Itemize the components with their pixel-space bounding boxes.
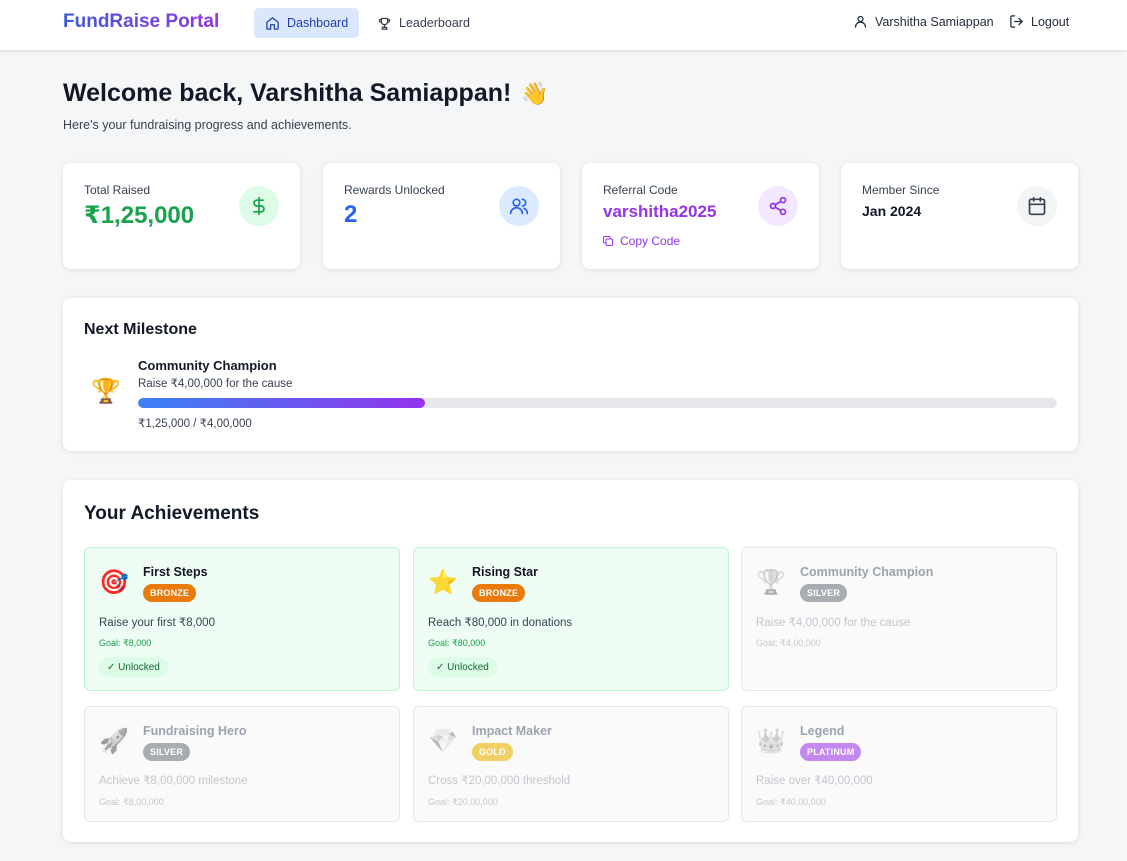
copy-code-button[interactable]: Copy Code (602, 234, 680, 248)
achievement-card[interactable]: 💎 Impact Maker GOLD Cross ₹20,00,000 thr… (413, 706, 729, 822)
achievement-description: Raise over ₹40,00,000 (756, 775, 873, 787)
copy-code-label: Copy Code (620, 234, 681, 248)
achievement-goal: Goal: ₹40,00,000 (756, 797, 826, 807)
top-nav: FundRaise Portal Dashboard Leaderboard V… (0, 0, 1127, 50)
achievement-description: Achieve ₹8,00,000 milestone (99, 775, 248, 787)
achievement-card[interactable]: 🚀 Fundraising Hero SILVER Achieve ₹8,00,… (84, 706, 400, 822)
tier-badge: GOLD (472, 743, 513, 761)
stat-label: Member Since (862, 183, 940, 197)
achievement-goal: Goal: ₹8,000 (99, 638, 152, 648)
brand-logo[interactable]: FundRaise Portal (63, 11, 219, 33)
nav-leaderboard[interactable]: Leaderboard (366, 8, 481, 38)
achievements-card: Your Achievements 🎯 First Steps BRONZE R… (63, 480, 1078, 842)
milestone-progress-fill (138, 398, 426, 408)
achievement-description: Raise ₹4,00,000 for the cause (756, 617, 911, 629)
crown-icon: 👑 (756, 728, 786, 755)
achievement-description: Raise your first ₹8,000 (99, 617, 215, 629)
trophy-icon: 🏆 (756, 569, 786, 596)
stat-value: ₹1,25,000 (84, 202, 195, 229)
milestone-progress-text: ₹1,25,000 / ₹4,00,000 (138, 418, 252, 430)
home-icon (266, 16, 279, 30)
user-name: Varshitha Samiappan (875, 14, 994, 29)
user-icon (854, 15, 867, 28)
user-menu[interactable]: Varshitha Samiappan (853, 14, 994, 29)
unlocked-status: ✓ Unlocked (99, 657, 168, 677)
copy-icon (603, 236, 613, 246)
nav-leaderboard-label: Leaderboard (399, 16, 470, 30)
wave-emoji: 👋 (521, 80, 549, 106)
achievement-description: Cross ₹20,00,000 threshold (428, 775, 571, 787)
target-icon: 🎯 (99, 569, 129, 596)
achievement-goal: Goal: ₹80,000 (428, 638, 486, 648)
share-icon[interactable] (758, 186, 798, 226)
page-subtitle: Here's your fundraising progress and ach… (63, 118, 352, 132)
dollar-icon (239, 186, 279, 226)
stat-card-rewards: Rewards Unlocked 2 (323, 163, 560, 269)
achievement-description: Reach ₹80,000 in donations (428, 617, 573, 629)
tier-badge: BRONZE (143, 584, 197, 602)
stat-label: Total Raised (84, 183, 151, 197)
tier-badge: PLATINUM (800, 743, 862, 761)
milestone-description: Raise ₹4,00,000 for the cause (138, 378, 293, 390)
nav-dashboard[interactable]: Dashboard (254, 8, 360, 38)
stat-value: 2 (344, 201, 358, 228)
achievement-goal: Goal: ₹8,00,000 (99, 797, 164, 807)
milestone-progress-bar (138, 398, 1057, 408)
stat-card-member-since: Member Since Jan 2024 (841, 163, 1078, 269)
tier-badge: SILVER (800, 584, 848, 602)
stat-card-total-raised: Total Raised ₹1,25,000 (63, 163, 300, 269)
logout-label: Logout (1031, 14, 1070, 29)
tier-badge: BRONZE (472, 584, 526, 602)
section-title: Your Achievements (84, 503, 260, 524)
section-title: Next Milestone (84, 321, 197, 338)
unlocked-status: ✓ Unlocked (428, 657, 497, 677)
logout-icon (1010, 15, 1023, 28)
users-icon (499, 186, 539, 226)
achievement-card[interactable]: ⭐ Rising Star BRONZE Reach ₹80,000 in do… (413, 547, 729, 691)
achievement-name: First Steps (143, 565, 208, 579)
welcome-text: Welcome back, Varshitha Samiappan! (63, 79, 512, 107)
stat-label: Rewards Unlocked (344, 183, 445, 197)
star-icon: ⭐ (428, 569, 458, 596)
achievement-name: Fundraising Hero (143, 724, 247, 738)
gem-icon: 💎 (428, 728, 458, 755)
page-title: Welcome back, Varshitha Samiappan! 👋 (63, 79, 549, 108)
achievement-card[interactable]: 🏆 Community Champion SILVER Raise ₹4,00,… (741, 547, 1057, 691)
trophy-icon (378, 17, 391, 30)
achievement-name: Impact Maker (472, 724, 552, 738)
achievement-card[interactable]: 👑 Legend PLATINUM Raise over ₹40,00,000 … (741, 706, 1057, 822)
calendar-icon (1017, 186, 1057, 226)
stat-label: Referral Code (603, 183, 678, 197)
achievement-name: Rising Star (472, 565, 538, 579)
tier-badge: SILVER (143, 743, 191, 761)
achievement-name: Community Champion (800, 565, 934, 579)
stat-card-referral: Referral Code varshitha2025 Copy Code (582, 163, 819, 269)
achievement-goal: Goal: ₹20,00,000 (428, 797, 498, 807)
logout-button[interactable]: Logout (1009, 14, 1069, 29)
stat-value: Jan 2024 (862, 203, 922, 219)
milestone-name: Community Champion (138, 358, 277, 373)
rocket-icon: 🚀 (99, 728, 129, 755)
nav-dashboard-label: Dashboard (287, 16, 349, 30)
achievement-goal: Goal: ₹4,00,000 (756, 638, 821, 648)
trophy-icon: 🏆 (91, 378, 121, 405)
achievement-name: Legend (800, 724, 845, 738)
achievement-card[interactable]: 🎯 First Steps BRONZE Raise your first ₹8… (84, 547, 400, 691)
referral-code: varshitha2025 (603, 202, 717, 221)
next-milestone-card: Next Milestone 🏆 Community Champion Rais… (63, 298, 1078, 451)
